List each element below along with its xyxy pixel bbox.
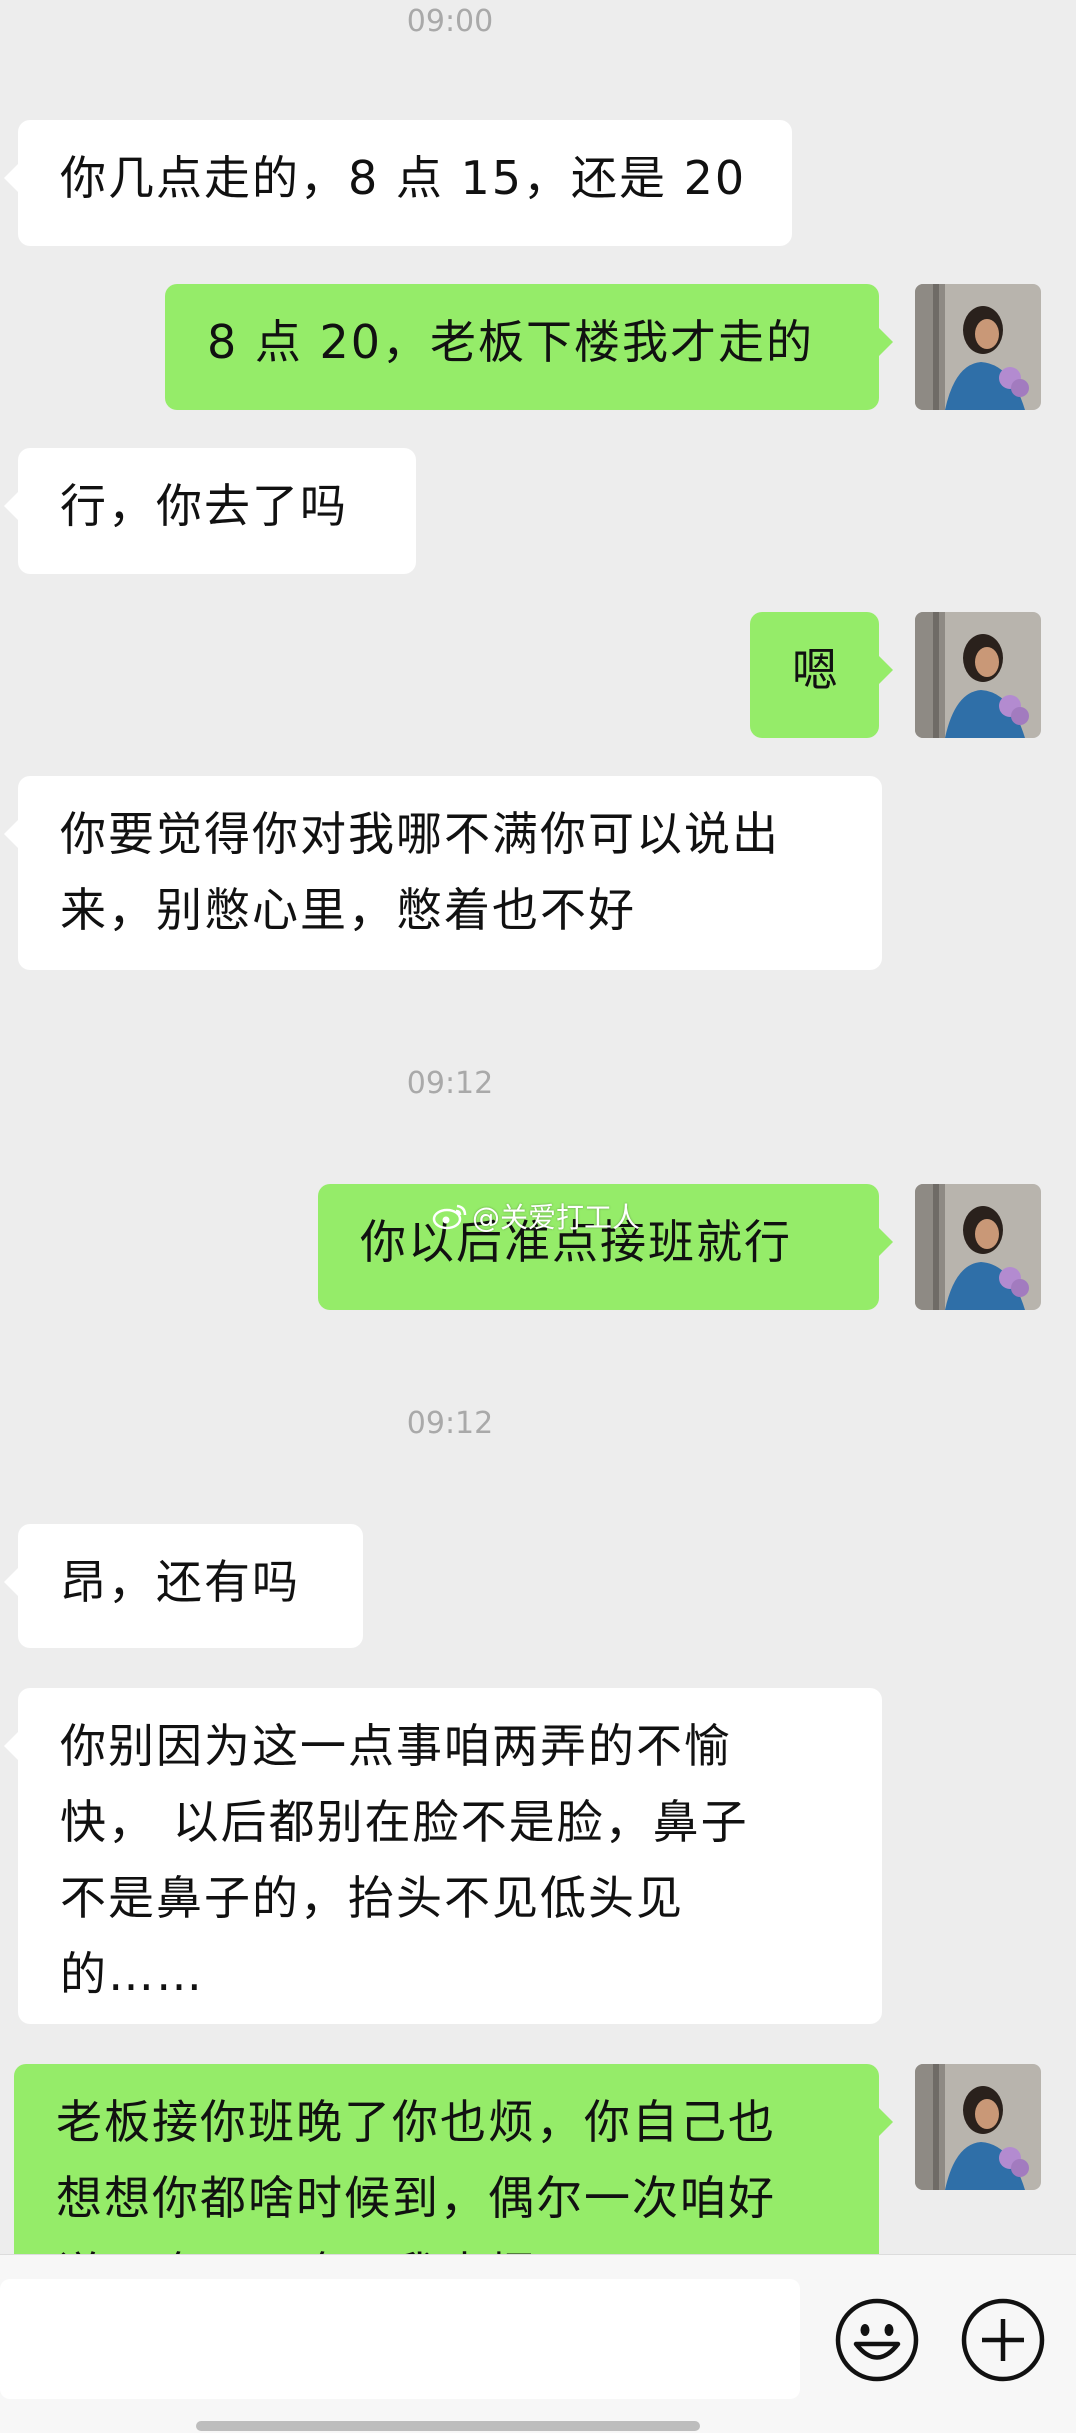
plus-icon[interactable] bbox=[960, 2297, 1046, 2383]
avatar[interactable] bbox=[915, 612, 1041, 738]
watermark: @关爱打工人 bbox=[432, 1196, 640, 1236]
emoji-icon[interactable] bbox=[834, 2297, 920, 2383]
weibo-icon bbox=[432, 1204, 467, 1230]
message-bubble-received[interactable]: 你别因为这一点事咱两弄的不愉 快， 以后都别在脸不是脸，鼻子 不是鼻子的，抬头不… bbox=[4, 1688, 882, 2024]
message-bubble-sent[interactable]: 老板接你班晚了你也烦，你自己也 想想你都啥时候到，偶尔一次咱好 说，晚天天晚，我… bbox=[14, 2064, 893, 2254]
message-bubble-sent[interactable]: 嗯 bbox=[750, 612, 893, 738]
message-bubble-received[interactable]: 行，你去了吗 bbox=[4, 448, 416, 574]
message-bubble-received[interactable]: 你要觉得你对我哪不满你可以说出 来，别憋心里，憋着也不好 bbox=[4, 776, 882, 970]
message-bubble-sent[interactable]: 8 点 20，老板下楼我才走的 bbox=[165, 284, 893, 410]
watermark-text: @关爱打工人 bbox=[472, 1201, 641, 1234]
input-toolbar bbox=[0, 2254, 1076, 2433]
home-indicator bbox=[196, 2421, 700, 2431]
timestamp: 09:12 bbox=[406, 1066, 494, 1101]
message-bubble-received[interactable]: 你几点走的，8 点 15，还是 20 bbox=[4, 120, 792, 246]
message-input[interactable] bbox=[0, 2279, 800, 2399]
avatar[interactable] bbox=[915, 2064, 1041, 2190]
avatar[interactable] bbox=[915, 1184, 1041, 1310]
avatar[interactable] bbox=[915, 284, 1041, 410]
timestamp: 09:00 bbox=[406, 4, 494, 39]
message-bubble-received[interactable]: 昂，还有吗 bbox=[4, 1524, 363, 1648]
chat-area[interactable]: 09:00 你几点走的，8 点 15，还是 20 8 点 20，老板下楼我才走的… bbox=[0, 0, 1076, 2254]
timestamp: 09:12 bbox=[406, 1406, 494, 1441]
